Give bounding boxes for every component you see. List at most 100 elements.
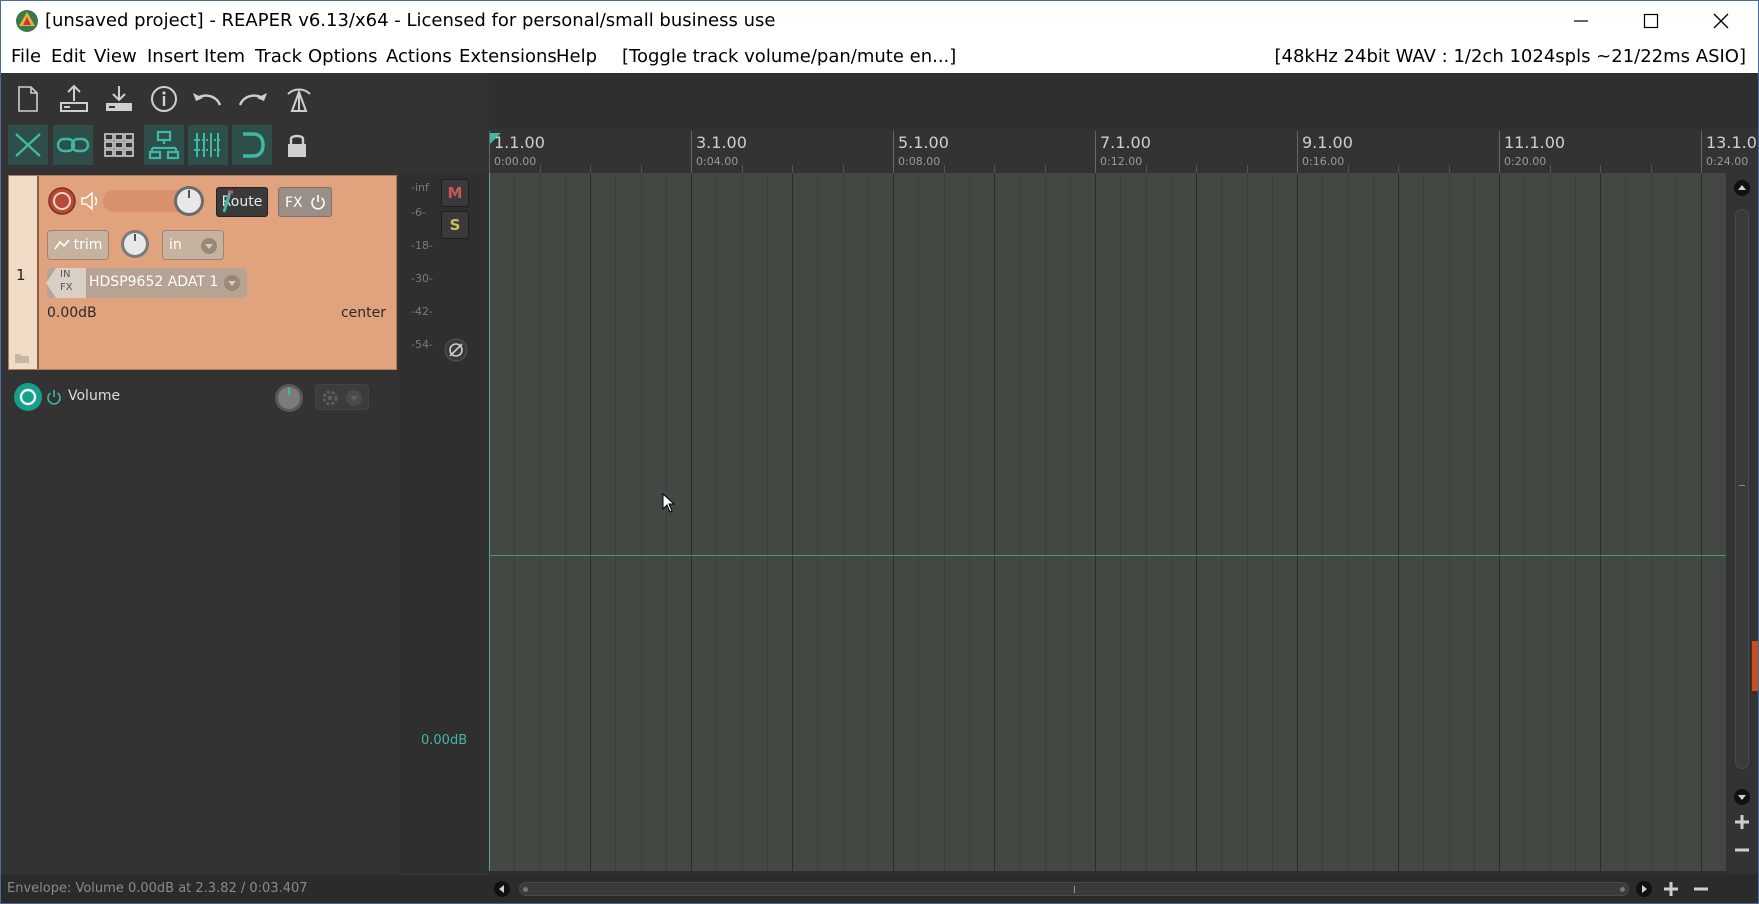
ruler-tick bbox=[742, 165, 743, 173]
vertical-scroll-thumb[interactable] bbox=[1735, 209, 1749, 769]
menu-actions[interactable]: Actions bbox=[386, 46, 452, 67]
menu-track[interactable]: Track bbox=[255, 46, 302, 67]
new-project-button[interactable] bbox=[8, 79, 48, 119]
snap-grid-button[interactable] bbox=[99, 125, 139, 165]
arrange-view[interactable] bbox=[489, 173, 1726, 871]
snap-toggle[interactable] bbox=[232, 125, 272, 165]
close-button[interactable] bbox=[1686, 1, 1756, 41]
audio-device-status[interactable]: [48kHz 24bit WAV : 1/2ch 1024spls ~21/22… bbox=[1275, 46, 1747, 67]
grid-line bbox=[691, 173, 692, 871]
ruler-tick bbox=[1398, 165, 1399, 173]
fx-button[interactable]: FX bbox=[278, 187, 332, 217]
grid-line bbox=[1651, 173, 1652, 871]
fx-bypass-icon[interactable] bbox=[310, 194, 326, 210]
grid-lines-toggle[interactable] bbox=[188, 125, 228, 165]
main-toolbar bbox=[1, 73, 489, 173]
grid-line bbox=[817, 173, 818, 871]
volume-envelope-lane[interactable]: Volume bbox=[1, 379, 399, 415]
menu-edit[interactable]: Edit bbox=[51, 46, 86, 67]
ruler-bar-line bbox=[1297, 131, 1298, 173]
menu-options[interactable]: Options bbox=[308, 46, 377, 67]
save-project-button[interactable] bbox=[99, 79, 139, 119]
automation-mode-button[interactable]: trim bbox=[47, 230, 109, 260]
menu-insert[interactable]: Insert bbox=[147, 46, 199, 67]
route-button[interactable]: Route bbox=[216, 187, 268, 217]
volume-envelope-line[interactable] bbox=[489, 555, 1726, 556]
scroll-down-icon[interactable] bbox=[1733, 788, 1751, 806]
ruler-tick bbox=[1196, 165, 1197, 173]
zoom-out-horizontal-icon[interactable] bbox=[1692, 880, 1710, 898]
lock-icon bbox=[288, 134, 306, 157]
grid-line bbox=[1120, 173, 1121, 871]
redo-button[interactable] bbox=[233, 79, 273, 119]
grid-line bbox=[1070, 173, 1071, 871]
track-meter[interactable]: -inf -6- -18- -30- -42- -54- M S 0.00dB bbox=[399, 173, 487, 873]
menu-extensions[interactable]: Extensions bbox=[459, 46, 557, 67]
grid-line bbox=[590, 173, 591, 871]
grid-line bbox=[1322, 173, 1323, 871]
pan-knob[interactable] bbox=[119, 228, 151, 260]
menu-item[interactable]: Item bbox=[204, 46, 245, 67]
download-icon bbox=[106, 86, 132, 111]
magnet-icon bbox=[243, 132, 265, 158]
phase-invert-icon[interactable] bbox=[444, 338, 468, 362]
input-monitor-label: in bbox=[169, 237, 182, 253]
maximize-button[interactable] bbox=[1616, 1, 1686, 41]
auto-crossfade-toggle[interactable] bbox=[8, 125, 48, 165]
scroll-right-icon[interactable] bbox=[1635, 880, 1653, 898]
horizontal-scroll-thumb[interactable] bbox=[519, 882, 1629, 896]
open-project-button[interactable] bbox=[54, 79, 94, 119]
zoom-in-vertical-icon[interactable] bbox=[1733, 813, 1751, 831]
grid-line bbox=[1499, 173, 1500, 871]
lock-button[interactable] bbox=[277, 125, 317, 165]
item-grouping-toggle[interactable] bbox=[53, 125, 93, 165]
ruler-tick bbox=[843, 165, 844, 173]
ripple-edit-toggle[interactable] bbox=[144, 125, 184, 165]
menu-file[interactable]: File bbox=[11, 46, 41, 67]
ruler-time-label: 0:12.00 bbox=[1100, 155, 1143, 168]
input-select-button[interactable]: IN FX HDSP9652 ADAT 1 bbox=[46, 268, 247, 298]
undo-button[interactable] bbox=[187, 79, 227, 119]
minimize-button[interactable] bbox=[1546, 1, 1616, 41]
project-settings-button[interactable] bbox=[144, 79, 184, 119]
grid-line bbox=[969, 173, 970, 871]
scroll-left-icon[interactable] bbox=[493, 880, 511, 898]
metronome-button[interactable] bbox=[279, 79, 319, 119]
grid-line bbox=[716, 173, 717, 871]
horizontal-scrollbar[interactable] bbox=[489, 875, 1758, 903]
input-monitor-button[interactable]: in bbox=[162, 230, 224, 260]
vertical-scrollbar[interactable] bbox=[1726, 173, 1758, 873]
last-action-label[interactable]: [Toggle track volume/pan/mute en...] bbox=[622, 46, 956, 67]
zoom-in-horizontal-icon[interactable] bbox=[1662, 880, 1680, 898]
track-control-panel[interactable]: 1 Route FX trim in IN FX HDSP9652 ADAT 1… bbox=[8, 175, 397, 370]
mute-button[interactable]: M bbox=[441, 179, 469, 207]
menu-help[interactable]: Help bbox=[556, 46, 597, 67]
envelope-arm-button[interactable] bbox=[13, 382, 43, 412]
envelope-value-knob[interactable] bbox=[274, 383, 304, 413]
zoom-out-vertical-icon[interactable] bbox=[1733, 841, 1751, 859]
ruler-tick bbox=[1045, 165, 1046, 173]
fx-label: FX bbox=[285, 195, 303, 211]
solo-button[interactable]: S bbox=[441, 211, 469, 239]
edit-cursor bbox=[489, 173, 490, 871]
folder-icon[interactable] bbox=[14, 352, 30, 364]
track-number-strip[interactable]: 1 bbox=[9, 176, 39, 369]
grid-line bbox=[1373, 173, 1374, 871]
menu-bar: File Edit View Insert Item Track Options… bbox=[1, 41, 1758, 73]
ruler-tick bbox=[641, 165, 642, 173]
meter-scale-label: -30- bbox=[411, 272, 433, 285]
volume-knob[interactable] bbox=[172, 184, 206, 218]
scroll-up-icon[interactable] bbox=[1733, 179, 1751, 197]
grid-line bbox=[1474, 173, 1475, 871]
record-arm-button[interactable] bbox=[47, 186, 77, 216]
envelope-icon bbox=[53, 239, 70, 250]
timeline-ruler[interactable]: 1.1.00 0:00.00 3.1.00 0:04.00 5.1.00 0:0… bbox=[489, 129, 1758, 173]
automation-mode-label: trim bbox=[73, 237, 103, 253]
ruler-bar-line bbox=[1499, 131, 1500, 173]
envelope-settings-button[interactable] bbox=[315, 384, 369, 410]
envelope-bypass-icon[interactable] bbox=[46, 389, 62, 405]
record-monitor-icon[interactable] bbox=[80, 191, 102, 211]
menu-view[interactable]: View bbox=[94, 46, 137, 67]
grid-line bbox=[615, 173, 616, 871]
grid-lines-icon bbox=[194, 133, 222, 157]
